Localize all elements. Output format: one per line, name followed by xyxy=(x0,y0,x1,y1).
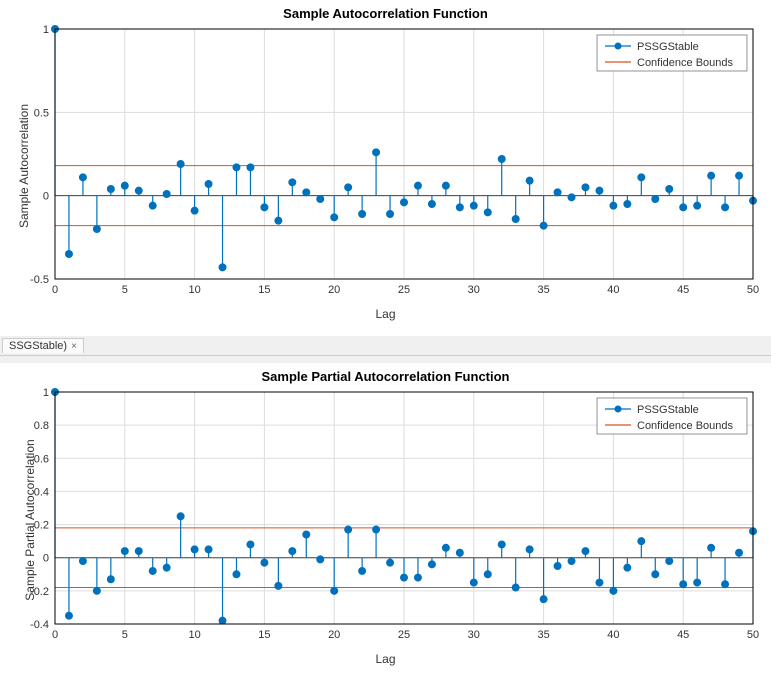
acf-ylabel: Sample Autocorrelation xyxy=(17,86,31,246)
svg-text:1: 1 xyxy=(43,387,49,399)
svg-text:15: 15 xyxy=(258,284,270,296)
tab-bar: SSGStable) × xyxy=(0,336,771,356)
tab-pacf[interactable]: SSGStable) × xyxy=(2,338,84,353)
pacf-ylabel: Sample Partial Autocorrelation xyxy=(23,410,37,630)
close-icon[interactable]: × xyxy=(71,341,77,352)
pacf-title: Sample Partial Autocorrelation Function xyxy=(0,369,771,384)
svg-text:50: 50 xyxy=(747,629,759,641)
svg-text:35: 35 xyxy=(537,629,549,641)
svg-text:25: 25 xyxy=(398,629,410,641)
svg-text:Confidence Bounds: Confidence Bounds xyxy=(637,420,734,432)
svg-text:5: 5 xyxy=(122,284,128,296)
svg-text:0: 0 xyxy=(52,284,58,296)
svg-text:0: 0 xyxy=(52,629,58,641)
svg-text:45: 45 xyxy=(677,284,689,296)
svg-text:1: 1 xyxy=(43,24,49,36)
svg-text:20: 20 xyxy=(328,629,340,641)
svg-text:50: 50 xyxy=(747,284,759,296)
svg-text:PSSGStable: PSSGStable xyxy=(637,41,699,53)
svg-text:0.5: 0.5 xyxy=(34,107,49,119)
svg-text:0: 0 xyxy=(43,553,49,565)
acf-title: Sample Autocorrelation Function xyxy=(0,6,771,21)
svg-text:45: 45 xyxy=(677,629,689,641)
svg-text:PSSGStable: PSSGStable xyxy=(637,404,699,416)
svg-text:Confidence Bounds: Confidence Bounds xyxy=(637,57,734,69)
svg-text:35: 35 xyxy=(537,284,549,296)
svg-text:30: 30 xyxy=(468,284,480,296)
svg-text:25: 25 xyxy=(398,284,410,296)
svg-text:15: 15 xyxy=(258,629,270,641)
svg-text:20: 20 xyxy=(328,284,340,296)
svg-text:-0.5: -0.5 xyxy=(30,274,49,286)
svg-text:5: 5 xyxy=(122,629,128,641)
acf-chart: 05101520253035404550-0.500.51PSSGStableC… xyxy=(0,21,771,311)
svg-text:40: 40 xyxy=(607,629,619,641)
svg-text:10: 10 xyxy=(188,629,200,641)
svg-text:30: 30 xyxy=(468,629,480,641)
pacf-chart: 05101520253035404550-0.4-0.200.20.40.60.… xyxy=(0,384,771,656)
tab-label: SSGStable) xyxy=(9,340,67,352)
svg-text:40: 40 xyxy=(607,284,619,296)
acf-panel: Sample Autocorrelation Function Sample A… xyxy=(0,0,771,336)
pacf-panel: Sample Partial Autocorrelation Function … xyxy=(0,363,771,681)
svg-text:0: 0 xyxy=(43,191,49,203)
svg-text:10: 10 xyxy=(188,284,200,296)
